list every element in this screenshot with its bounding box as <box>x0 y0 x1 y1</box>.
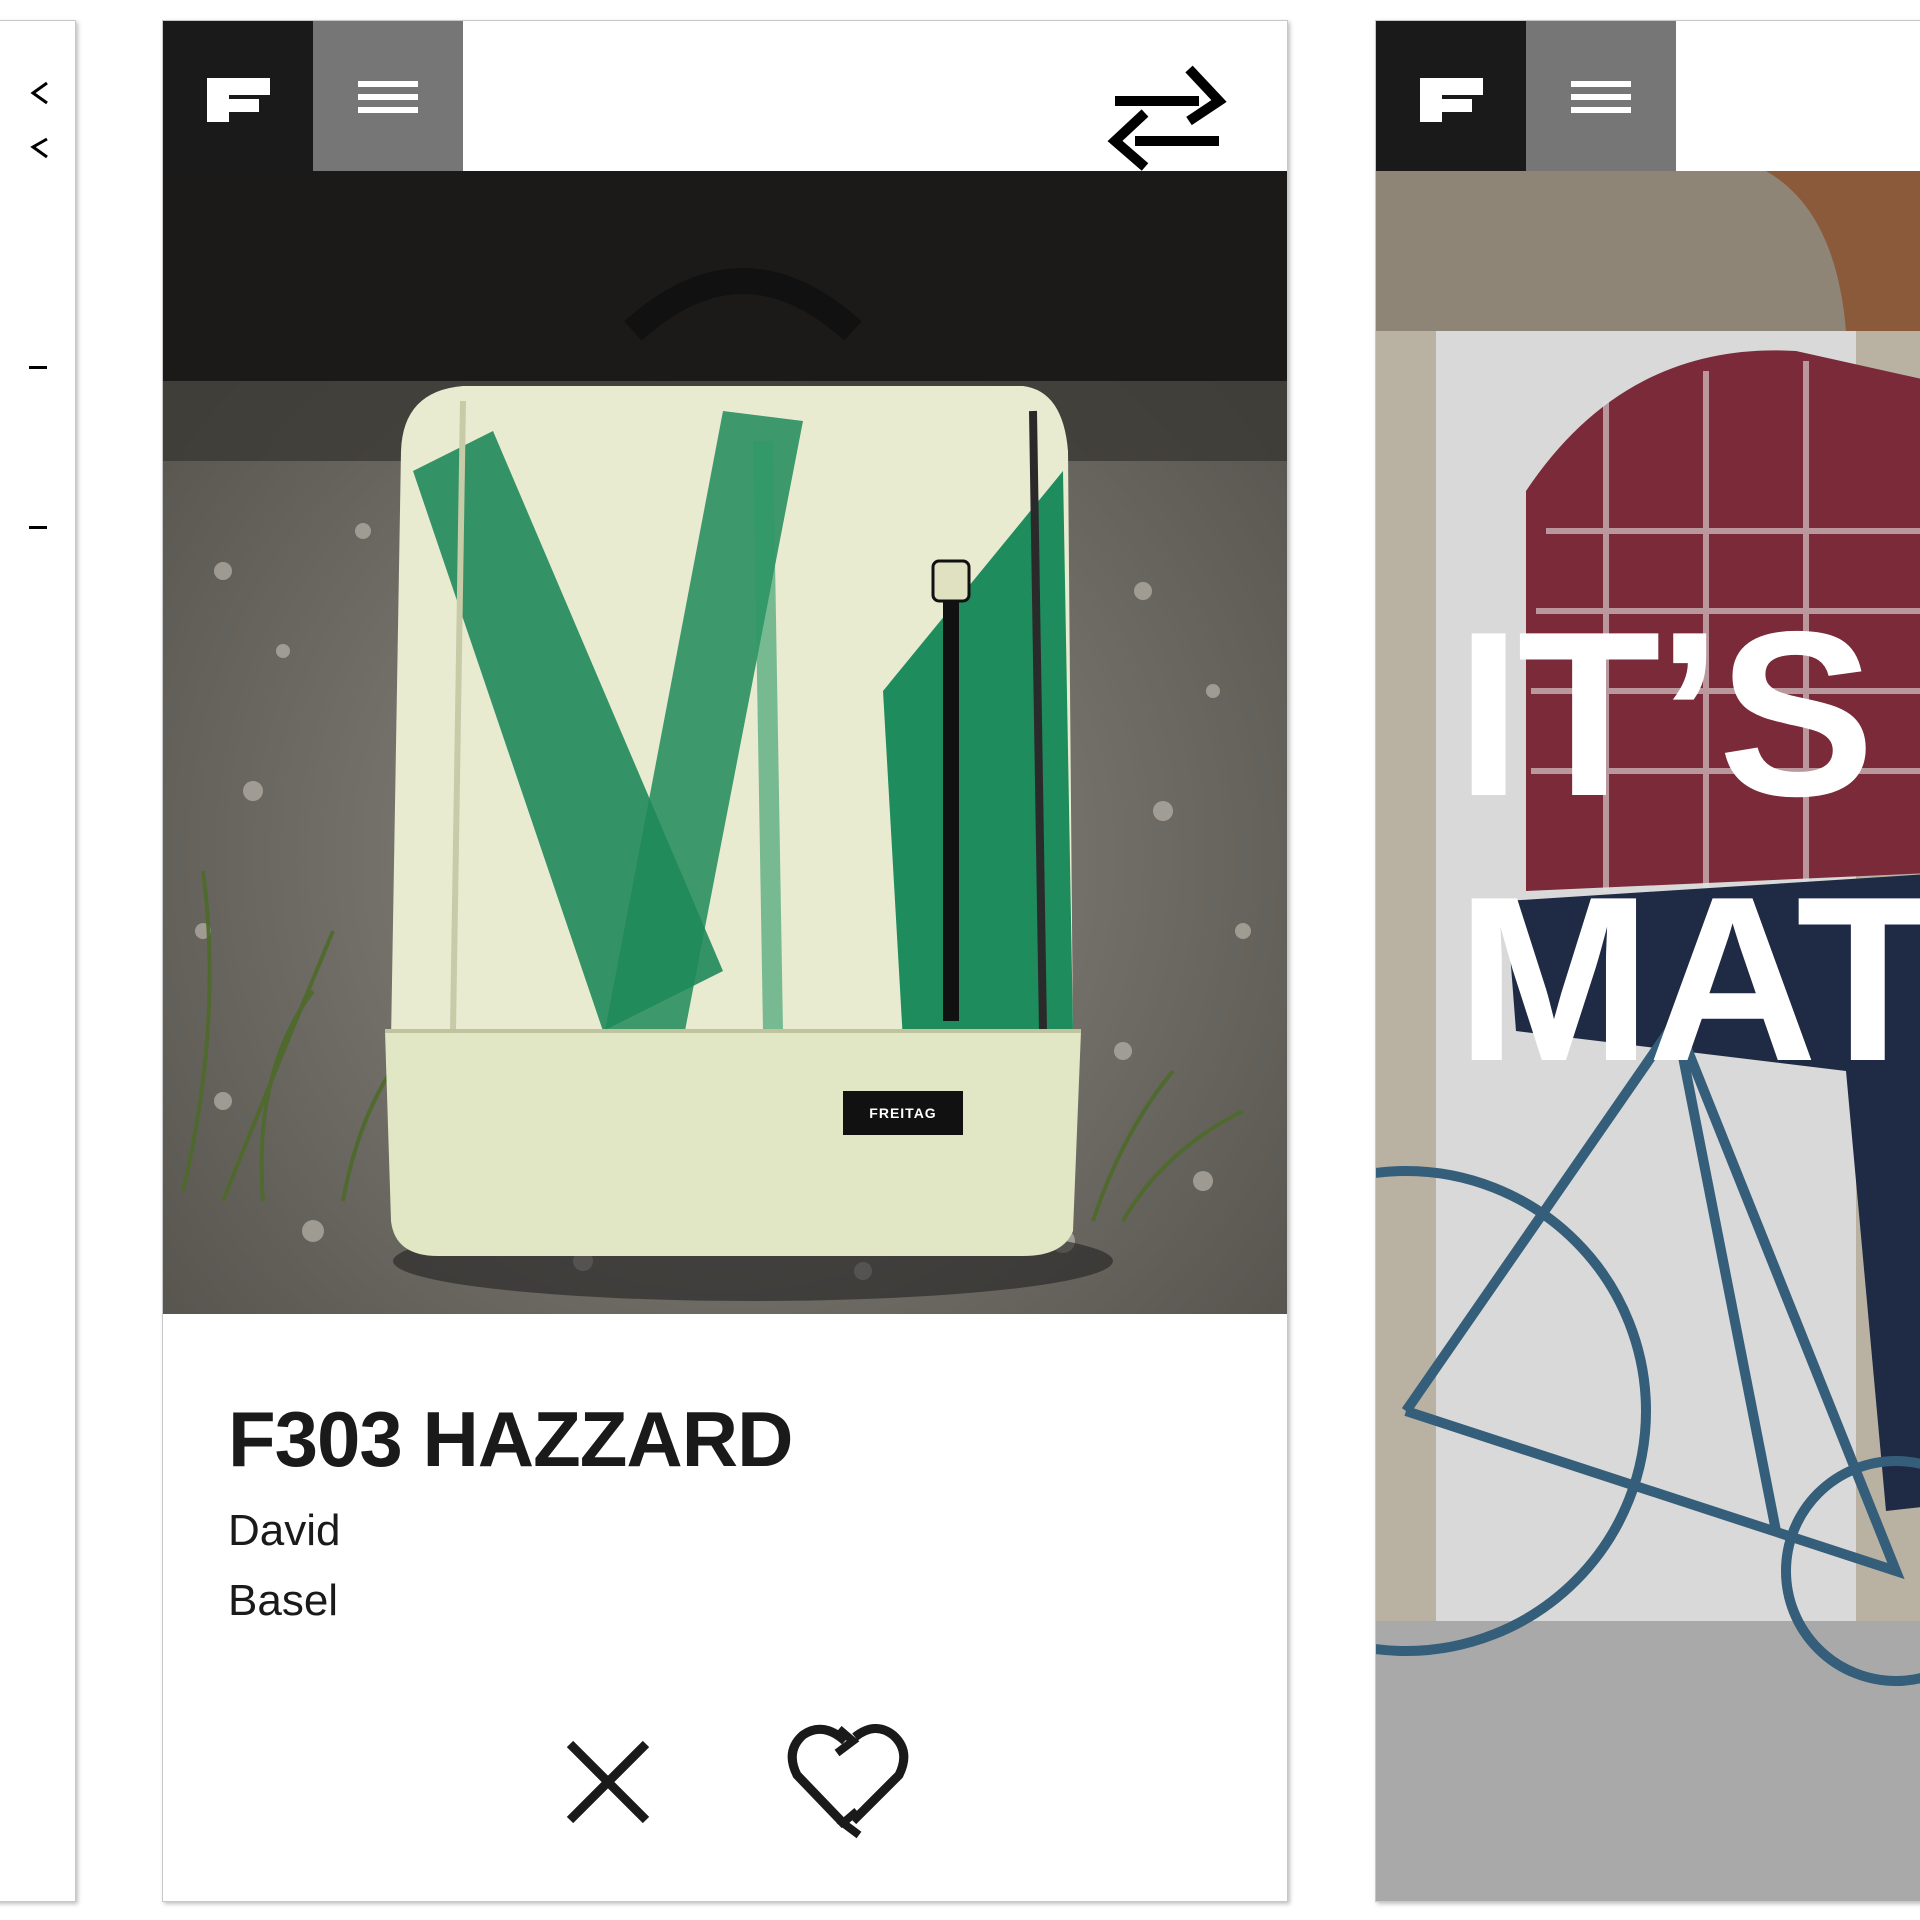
divider-line <box>29 366 47 369</box>
freitag-bag-label: FREITAG <box>869 1105 937 1121</box>
hamburger-menu-icon <box>358 81 418 113</box>
backpack-image <box>163 171 1287 1314</box>
top-bar <box>1376 21 1920 171</box>
swap-arrows-icon[interactable] <box>29 81 49 171</box>
video-intro-screen: IT’S MAT <box>1375 20 1920 1902</box>
product-photo[interactable]: FREITAG <box>163 171 1287 1314</box>
headline: IT’S MAT <box>1456 581 1920 1111</box>
recycle-heart-icon[interactable] <box>783 1719 913 1839</box>
left-partial-screen <box>0 20 76 1902</box>
freitag-logo-button[interactable] <box>163 21 313 171</box>
freitag-logo-button[interactable] <box>1376 21 1526 171</box>
product-info-panel: F303 HAZZARD David Basel <box>163 1314 1287 1901</box>
hamburger-menu-icon <box>1571 81 1631 113</box>
owner-name: David <box>228 1506 341 1555</box>
freitag-f-logo-icon <box>207 78 270 122</box>
owner-city: Basel <box>228 1576 339 1625</box>
headline-line-1: IT’S <box>1456 582 1875 845</box>
product-name: F303 HAZZARD <box>228 1395 793 1483</box>
swap-arrows-icon[interactable] <box>1107 61 1227 171</box>
close-x-icon[interactable] <box>558 1732 658 1832</box>
product-card-screen: FREITAG F303 HAZZARD David Basel <box>162 20 1288 1902</box>
top-bar <box>163 21 1287 171</box>
freitag-f-logo-icon <box>1420 78 1483 122</box>
menu-button[interactable] <box>1526 21 1676 171</box>
headline-line-2: MAT <box>1456 847 1920 1110</box>
menu-button[interactable] <box>313 21 463 171</box>
divider-line <box>29 526 47 529</box>
